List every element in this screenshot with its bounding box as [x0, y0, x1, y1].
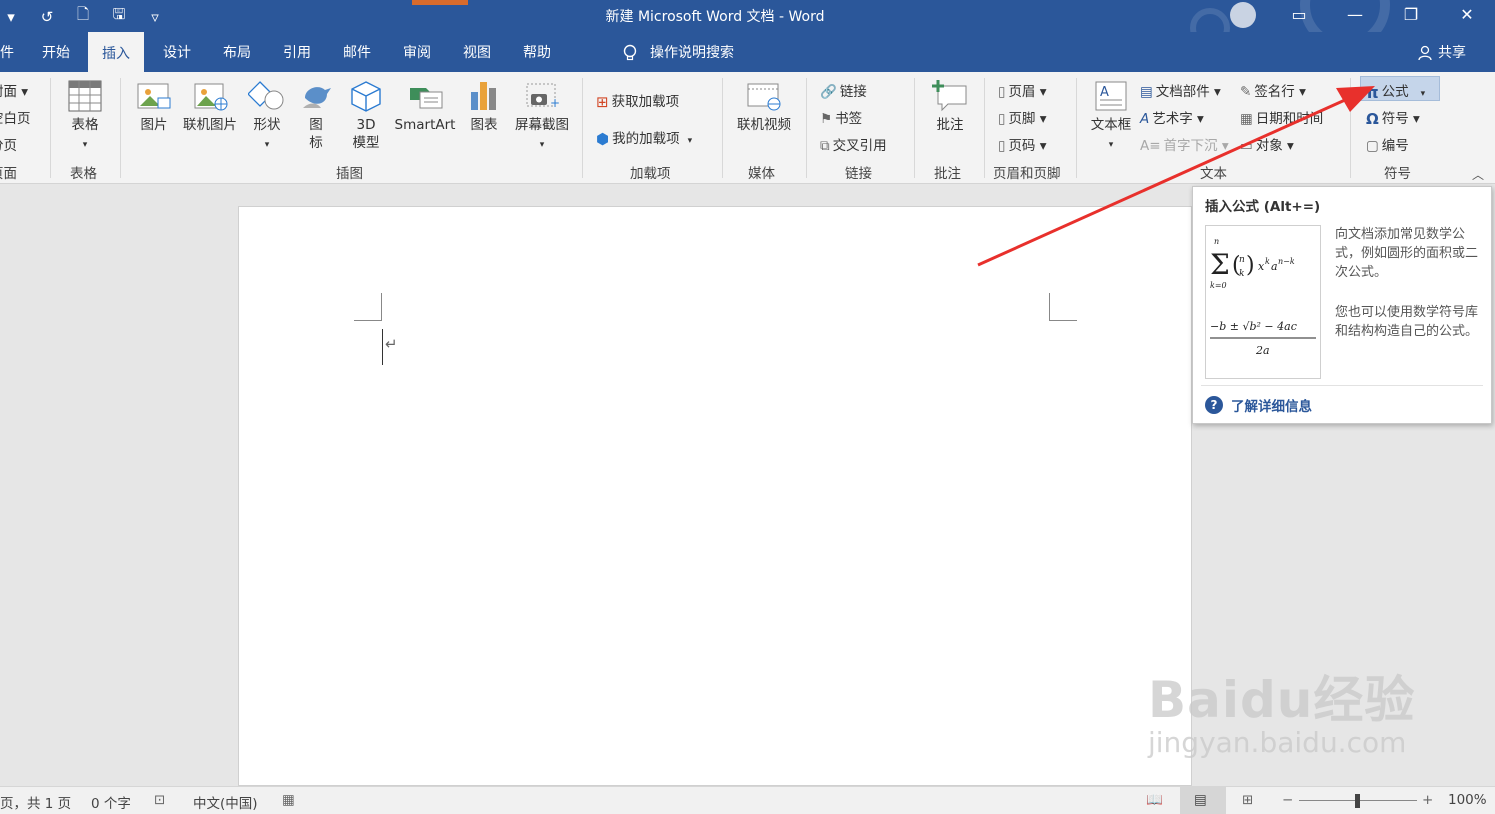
baidu-watermark: Baidu经验 jingyan.baidu.com	[1148, 660, 1415, 759]
zoom-out-icon[interactable]: −	[1282, 792, 1293, 808]
word-count[interactable]: 0 个字	[91, 792, 131, 812]
watermark-url: jingyan.baidu.com	[1148, 726, 1407, 759]
tooltip-title: 插入公式 (Alt+=)	[1205, 199, 1321, 215]
svg-text:n: n	[1214, 237, 1219, 246]
formula-illustration: Σ n k=0 ( n k ) x k a n−k −b ± √b² − 4ac…	[1210, 237, 1316, 357]
zoom-in-icon[interactable]: +	[1422, 792, 1433, 808]
zoom-slider-thumb[interactable]	[1355, 794, 1360, 808]
zoom-level[interactable]: 100%	[1448, 792, 1487, 808]
read-mode-icon[interactable]: 📖	[1146, 792, 1163, 808]
web-layout-icon[interactable]: ⊞	[1242, 792, 1253, 808]
tooltip-description: 向文档添加常见数学公式，例如圆形的面积或二次公式。	[1335, 227, 1479, 280]
svg-text:−b ± √b² − 4ac: −b ± √b² − 4ac	[1210, 320, 1297, 333]
page-count[interactable]: 页，共 1 页	[0, 792, 71, 812]
learn-more-link[interactable]: ? 了解详细信息	[1205, 395, 1312, 415]
language-indicator[interactable]: 中文(中国)	[193, 792, 258, 812]
help-icon: ?	[1205, 396, 1223, 414]
learn-more-label: 了解详细信息	[1231, 399, 1312, 415]
svg-text:Σ: Σ	[1210, 248, 1230, 281]
proofing-icon[interactable]: ⊡	[154, 792, 165, 808]
watermark-logo: Baidu经验	[1148, 671, 1416, 729]
svg-text:x: x	[1258, 260, 1265, 273]
tooltip-divider	[1201, 385, 1483, 386]
svg-text:): )	[1246, 253, 1255, 278]
macro-icon[interactable]: ▦	[282, 792, 295, 808]
svg-text:2a: 2a	[1255, 344, 1270, 357]
status-bar: 页，共 1 页 0 个字 ⊡ 中文(中国) ▦ 📖 ▤ ⊞ − + 100%	[0, 786, 1495, 814]
tooltip-description-more: 您也可以使用数学符号库和结构构造自己的公式。	[1335, 305, 1479, 339]
print-layout-icon[interactable]: ▤	[1194, 792, 1207, 808]
svg-text:k: k	[1239, 269, 1244, 279]
svg-text:k: k	[1265, 257, 1270, 266]
equation-tooltip: 插入公式 (Alt+=) Σ n k=0 ( n k ) x k a n−k −…	[1192, 186, 1492, 424]
equation-preview-image: Σ n k=0 ( n k ) x k a n−k −b ± √b² − 4ac…	[1205, 225, 1321, 379]
svg-text:a: a	[1271, 260, 1278, 273]
svg-text:n: n	[1239, 255, 1245, 265]
svg-text:n−k: n−k	[1278, 257, 1295, 266]
svg-text:k=0: k=0	[1210, 281, 1227, 290]
